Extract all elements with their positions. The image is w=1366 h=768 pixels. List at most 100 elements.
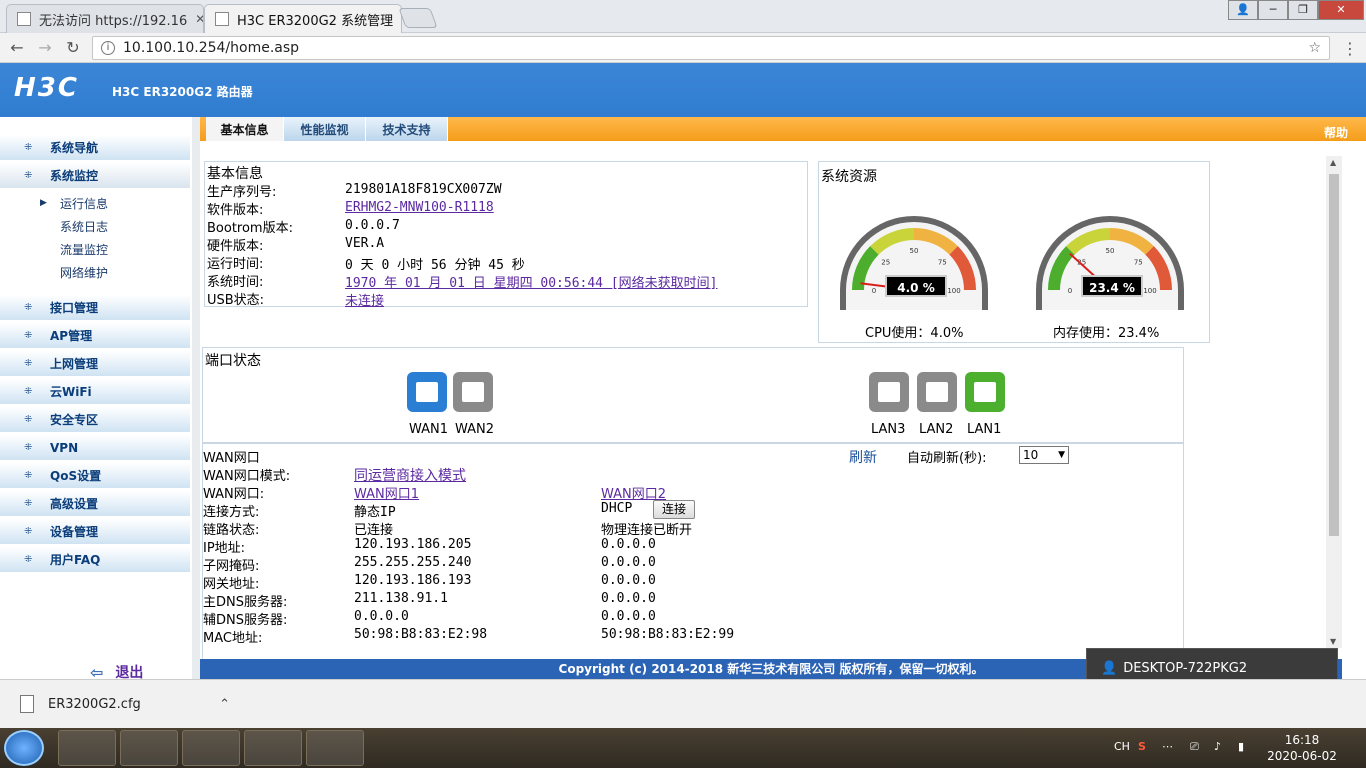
- reload-icon[interactable]: ↻: [62, 38, 84, 57]
- user-icon: 👤: [1101, 661, 1118, 676]
- system-clock[interactable]: 16:18 2020-06-02: [1262, 732, 1342, 764]
- url-text: 10.100.10.254/home.asp: [123, 40, 300, 56]
- sidebar-item-interface[interactable]: ⁜ 接口管理: [0, 295, 190, 321]
- wan1-value: 静态IP: [354, 505, 396, 520]
- clock-time: 16:18: [1284, 733, 1320, 747]
- cpu-usage-label: CPU使用：4.0%: [865, 326, 964, 341]
- auto-refresh-select[interactable]: 10 ▼: [1019, 446, 1069, 464]
- wan-mode-link[interactable]: 同运营商接入模式: [354, 465, 466, 485]
- chevron-down-icon: ▼: [1058, 450, 1065, 460]
- bullet-icon: ⁜: [24, 302, 33, 313]
- close-window-button[interactable]: ✕: [1318, 0, 1364, 20]
- gauge-tick-label: 50: [1106, 247, 1115, 255]
- maximize-button[interactable]: ❐: [1288, 0, 1318, 20]
- wan-row-label: 主DNS服务器:: [203, 595, 288, 610]
- volume-icon[interactable]: ♪: [1214, 740, 1221, 753]
- taskbar-network-icon[interactable]: [306, 730, 364, 766]
- taskbar-cmd-icon[interactable]: [244, 730, 302, 766]
- download-item[interactable]: ER3200G2.cfg ⌃: [20, 690, 230, 718]
- refresh-link[interactable]: 刷新: [849, 447, 877, 467]
- ime-icon[interactable]: S: [1138, 740, 1146, 753]
- sidebar-sub-syslog[interactable]: 系统日志: [60, 218, 108, 235]
- port-jack: [416, 382, 438, 402]
- bullet-icon: ⁜: [24, 386, 33, 397]
- memory-gauge-value: 23.4 %: [1081, 275, 1143, 297]
- minimize-button[interactable]: ─: [1258, 0, 1288, 20]
- browser-tab-2[interactable]: H3C ER3200G2 系统管理 ✕: [204, 4, 402, 33]
- taskbar-chrome-icon[interactable]: [182, 730, 240, 766]
- network-icon[interactable]: ⎚: [1190, 740, 1199, 754]
- url-input[interactable]: i 10.100.10.254/home.asp ☆: [92, 36, 1330, 60]
- sidebar-item-cloudwifi[interactable]: ⁜ 云WiFi: [0, 379, 190, 405]
- profile-icon[interactable]: 👤: [1228, 0, 1258, 20]
- taskbar-ie-icon[interactable]: [120, 730, 178, 766]
- tab-performance[interactable]: 性能监视: [284, 117, 366, 141]
- start-button[interactable]: [4, 730, 44, 766]
- connect-button[interactable]: 连接: [653, 500, 695, 519]
- bullet-icon: ⁜: [24, 470, 33, 481]
- section-title: WAN网口: [203, 451, 260, 466]
- sidebar-item-faq[interactable]: ⁜ 用户FAQ: [0, 547, 190, 573]
- info-icon[interactable]: i: [101, 41, 115, 55]
- sidebar-item-label: 系统监控: [50, 169, 99, 183]
- wan1-value: 120.193.186.193: [354, 573, 472, 588]
- sidebar-item-monitor[interactable]: ⁜ 系统监控: [0, 163, 190, 189]
- wan1-value: 50:98:B8:83:E2:98: [354, 627, 488, 642]
- sidebar-item-label: AP管理: [50, 329, 93, 343]
- language-indicator[interactable]: CH: [1114, 740, 1130, 753]
- tab-basic-info[interactable]: 基本信息: [206, 117, 284, 141]
- system-time-link[interactable]: 1970 年 01 月 01 日 星期四 00:56:44 [网络未获取时间]: [345, 272, 718, 291]
- sidebar-item-ap[interactable]: ⁜ AP管理: [0, 323, 190, 349]
- chevron-up-icon[interactable]: ⌃: [219, 697, 230, 712]
- scrollbar-thumb[interactable]: [1329, 174, 1339, 536]
- scroll-down-icon[interactable]: ▼: [1330, 637, 1336, 646]
- sidebar-item-qos[interactable]: ⁜ QoS设置: [0, 463, 190, 489]
- wan-row-label: 辅DNS服务器:: [203, 613, 288, 628]
- wan2-value: 0.0.0.0: [601, 609, 656, 624]
- bookmark-star-icon[interactable]: ☆: [1308, 40, 1321, 56]
- wan1-value: 0.0.0.0: [354, 609, 409, 624]
- sidebar-item-advanced[interactable]: ⁜ 高级设置: [0, 491, 190, 517]
- forward-arrow-icon[interactable]: →: [34, 38, 56, 57]
- vertical-scrollbar[interactable]: ▲ ▼: [1326, 156, 1342, 648]
- power-icon[interactable]: ▮: [1238, 740, 1244, 753]
- uptime-value: 0 天 0 小时 56 分钟 45 秒: [345, 258, 525, 273]
- sidebar-sub-maintain[interactable]: 网络维护: [60, 264, 108, 281]
- sidebar-item-internet[interactable]: ⁜ 上网管理: [0, 351, 190, 377]
- download-bar: ER3200G2.cfg ⌃: [0, 679, 1366, 728]
- close-icon[interactable]: ✕: [187, 12, 203, 26]
- taskbar: CH S ⋯ ⎚ ♪ ▮ 16:18 2020-06-02: [0, 728, 1366, 768]
- bullet-icon: ⁜: [24, 170, 33, 181]
- sidebar-item-vpn[interactable]: ⁜ VPN: [0, 435, 190, 461]
- content-area: 基本信息 生产序列号: 219801A18F819CX007ZW 软件版本: E…: [200, 141, 1342, 659]
- gauge-tick-label: 100: [1143, 287, 1156, 295]
- help-link[interactable]: 帮助: [1324, 124, 1348, 141]
- bullet-icon: ⁜: [24, 142, 33, 153]
- info-label: Bootrom版本:: [207, 221, 293, 236]
- section-title: 端口状态: [205, 353, 261, 369]
- taskbar-explorer-icon[interactable]: [58, 730, 116, 766]
- sidebar-item-security[interactable]: ⁜ 安全专区: [0, 407, 190, 433]
- port-lan1-icon: [965, 372, 1005, 412]
- sidebar-sub-runinfo[interactable]: 运行信息: [60, 195, 108, 212]
- usb-status-link[interactable]: 未连接: [345, 290, 384, 309]
- sidebar-sub-traffic[interactable]: 流量监控: [60, 241, 108, 258]
- wan-panel: WAN网口 刷新 自动刷新(秒): 10 ▼ WAN网口模式: 同运营商接入模式…: [202, 443, 1184, 659]
- port-status-panel: 端口状态 WAN1 WAN2 LAN3 LAN2 LAN1: [202, 347, 1184, 443]
- wan-port1-link[interactable]: WAN网口1: [354, 483, 419, 502]
- wan-row-label: 连接方式:: [203, 505, 260, 520]
- sidebar: ⁜ 系统导航 ⁜ 系统监控 ▶ 运行信息 系统日志 流量监控 网络维护 ⁜ 接口管理 …: [0, 117, 200, 682]
- new-tab-button[interactable]: [398, 8, 438, 28]
- sidebar-item-device[interactable]: ⁜ 设备管理: [0, 519, 190, 545]
- software-version-link[interactable]: ERHMG2-MNW100-R1118: [345, 200, 494, 215]
- wan2-value: 0.0.0.0: [601, 573, 656, 588]
- menu-dots-icon[interactable]: ⋮: [1342, 39, 1358, 58]
- sidebar-item-nav[interactable]: ⁜ 系统导航: [0, 135, 190, 161]
- sidebar-item-label: 高级设置: [50, 497, 99, 511]
- browser-tab-1[interactable]: 无法访问 https://192.16 ✕: [6, 4, 204, 33]
- tab-support[interactable]: 技术支持: [366, 117, 448, 141]
- port-lan2-icon: [917, 372, 957, 412]
- back-arrow-icon[interactable]: ←: [6, 38, 28, 57]
- scroll-up-icon[interactable]: ▲: [1330, 158, 1336, 167]
- wan-row-label: 网关地址:: [203, 577, 260, 592]
